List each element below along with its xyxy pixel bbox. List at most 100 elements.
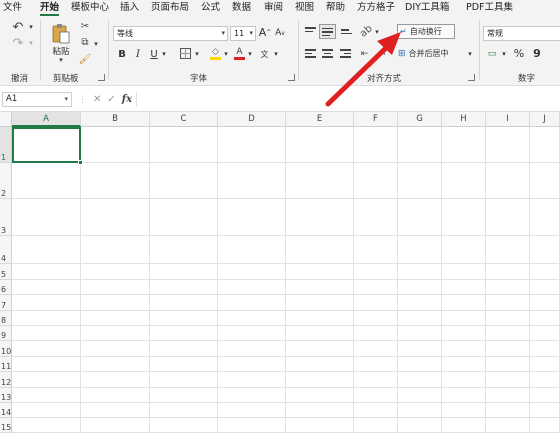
- row-header-6[interactable]: 6: [0, 280, 12, 295]
- group-label-font: 字体: [190, 74, 208, 84]
- font-launcher-icon[interactable]: [288, 74, 295, 81]
- row-header-12[interactable]: 12: [0, 372, 12, 388]
- font-grow-icon[interactable]: A ^: [259, 25, 272, 39]
- name-box[interactable]: A1 ▾: [2, 92, 72, 107]
- underline-button[interactable]: U: [148, 47, 160, 61]
- column-header-f[interactable]: F: [354, 112, 398, 127]
- column-header-j[interactable]: J: [530, 112, 560, 127]
- group-label-clipboard: 剪贴板: [53, 74, 79, 84]
- tab-home[interactable]: 开始: [40, 1, 60, 16]
- border-dropdown-icon[interactable]: ▾: [193, 49, 201, 59]
- row-header-7[interactable]: 7: [0, 295, 12, 311]
- tab-fangfanggezi[interactable]: 方方格子: [357, 1, 395, 15]
- formula-input[interactable]: [136, 92, 558, 107]
- tab-help[interactable]: 帮助: [326, 1, 345, 15]
- column-header-b[interactable]: B: [81, 112, 150, 127]
- tab-file[interactable]: 文件: [3, 1, 22, 15]
- column-header-e[interactable]: E: [286, 112, 354, 127]
- gridline: [12, 162, 560, 163]
- row-header-9[interactable]: 9: [0, 326, 12, 341]
- fill-handle[interactable]: [78, 160, 83, 165]
- comma-button[interactable]: 9: [531, 46, 543, 60]
- row-header-11[interactable]: 11: [0, 357, 12, 372]
- select-all-corner[interactable]: [0, 112, 12, 127]
- undo-dropdown-icon[interactable]: ▾: [27, 22, 35, 32]
- column-header-d[interactable]: D: [218, 112, 286, 127]
- increase-indent-icon[interactable]: ⇥: [375, 47, 388, 60]
- insert-function-button[interactable]: fx: [122, 94, 132, 105]
- row-header-14[interactable]: 14: [0, 403, 12, 418]
- column-header-a[interactable]: A: [12, 112, 81, 127]
- column-header-g[interactable]: G: [398, 112, 442, 127]
- row-header-10[interactable]: 10: [0, 341, 12, 357]
- row-header-8[interactable]: 8: [0, 311, 12, 326]
- group-separator: [40, 20, 41, 80]
- phonetic-icon[interactable]: 文: [258, 48, 271, 60]
- accounting-format-icon[interactable]: ▭: [485, 47, 499, 60]
- percent-button[interactable]: %: [513, 46, 525, 60]
- format-painter-icon[interactable]: 🖌: [79, 54, 92, 66]
- align-bottom-icon[interactable]: [341, 29, 352, 39]
- row-header-15[interactable]: 15: [0, 418, 12, 433]
- row-header-3[interactable]: 3: [0, 199, 12, 236]
- fill-color-dropdown-icon[interactable]: ▾: [222, 49, 230, 59]
- align-center-icon[interactable]: [322, 49, 333, 59]
- accounting-dropdown-icon[interactable]: ▾: [500, 49, 508, 59]
- row-header-13[interactable]: 13: [0, 388, 12, 403]
- font-color-icon[interactable]: A: [233, 46, 246, 61]
- border-icon[interactable]: [179, 47, 192, 60]
- column-header-c[interactable]: C: [150, 112, 218, 127]
- row-header-2[interactable]: 2: [0, 163, 12, 199]
- tab-data[interactable]: 数据: [232, 1, 251, 15]
- tab-formulas[interactable]: 公式: [201, 1, 220, 15]
- number-format-select[interactable]: 常规: [483, 26, 560, 41]
- font-shrink-icon[interactable]: Av: [274, 26, 286, 40]
- tab-view[interactable]: 视图: [295, 1, 314, 15]
- cancel-icon[interactable]: ✕: [93, 94, 101, 105]
- orientation-dropdown-icon[interactable]: ▾: [373, 27, 381, 37]
- paste-icon[interactable]: [50, 22, 72, 46]
- row-header-1[interactable]: 1: [0, 127, 12, 163]
- align-left-icon[interactable]: [305, 49, 316, 59]
- active-cell[interactable]: [12, 127, 81, 163]
- phonetic-dropdown-icon[interactable]: ▾: [272, 49, 280, 59]
- font-color-dropdown-icon[interactable]: ▾: [246, 49, 254, 59]
- enter-icon[interactable]: ✓: [107, 94, 115, 105]
- underline-dropdown-icon[interactable]: ▾: [160, 49, 168, 59]
- fill-color-icon[interactable]: ◇: [209, 46, 222, 61]
- row-header-5[interactable]: 5: [0, 264, 12, 280]
- tab-page-layout[interactable]: 页面布局: [151, 1, 189, 15]
- align-top-icon[interactable]: [305, 27, 316, 37]
- bold-button[interactable]: B: [116, 47, 128, 61]
- clipboard-launcher-icon[interactable]: [98, 74, 105, 81]
- undo-icon[interactable]: ↶: [8, 20, 28, 35]
- merge-dropdown-icon[interactable]: ▾: [466, 49, 474, 59]
- column-header-h[interactable]: H: [442, 112, 486, 127]
- alignment-launcher-icon[interactable]: [468, 74, 475, 81]
- copy-icon[interactable]: ⧉: [79, 37, 91, 49]
- group-label-number: 数字: [518, 74, 536, 84]
- align-right-icon[interactable]: [340, 49, 351, 59]
- column-header-i[interactable]: I: [486, 112, 530, 127]
- chevron-down-icon: ▾: [249, 29, 253, 37]
- align-middle-button[interactable]: [319, 24, 336, 39]
- row-header-4[interactable]: 4: [0, 236, 12, 264]
- font-size-select[interactable]: 11 ▾: [230, 26, 256, 41]
- tab-review[interactable]: 审阅: [264, 1, 283, 15]
- font-name-select[interactable]: 等线 ▾: [113, 26, 228, 41]
- redo-icon[interactable]: ↷: [8, 36, 28, 51]
- paste-label[interactable]: 粘贴: [50, 46, 72, 57]
- cut-icon[interactable]: ✂: [79, 21, 91, 33]
- tab-diy-toolbox[interactable]: DIY工具箱: [405, 1, 449, 15]
- copy-dropdown-icon[interactable]: ▾: [92, 39, 100, 49]
- italic-button[interactable]: I: [132, 47, 144, 61]
- merge-center-button[interactable]: ⊞ 合并后居中: [398, 46, 468, 61]
- wrap-text-button[interactable]: ↵ 自动换行: [397, 24, 455, 39]
- paste-dropdown-icon[interactable]: ▾: [56, 56, 66, 64]
- tab-pdf-tools[interactable]: PDF工具集: [466, 1, 513, 15]
- redo-dropdown-icon[interactable]: ▾: [27, 38, 35, 48]
- tab-insert[interactable]: 插入: [120, 1, 139, 15]
- number-format-value: 常规: [487, 29, 503, 38]
- tab-template-center[interactable]: 模板中心: [71, 1, 109, 15]
- decrease-indent-icon[interactable]: ⇤: [358, 47, 371, 60]
